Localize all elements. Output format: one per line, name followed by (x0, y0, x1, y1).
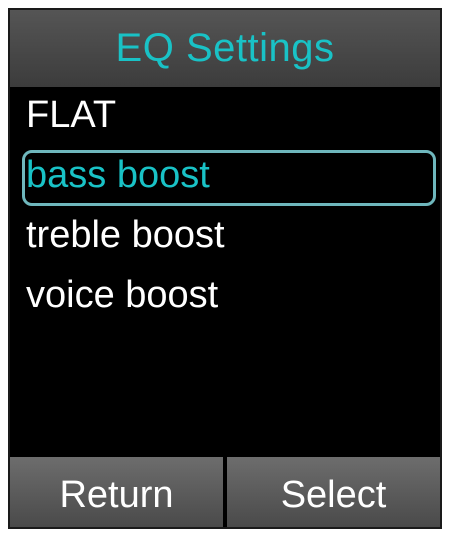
list-item-flat[interactable]: FLAT (10, 87, 440, 147)
list-item-label: bass boost (26, 153, 210, 196)
softkey-bar: Return Select (10, 457, 440, 527)
select-button[interactable]: Select (227, 457, 440, 527)
list-item-label: treble boost (26, 213, 225, 256)
list-item-treble-boost[interactable]: treble boost (10, 207, 440, 267)
list-item-voice-boost[interactable]: voice boost (10, 267, 440, 327)
return-button[interactable]: Return (10, 457, 223, 527)
list-item-bass-boost[interactable]: bass boost (10, 147, 440, 207)
list-item-label: FLAT (26, 93, 117, 136)
list-item-label: voice boost (26, 273, 219, 316)
device-screen: EQ Settings FLAT bass boost treble boost… (8, 8, 442, 529)
eq-preset-list: FLAT bass boost treble boost voice boost (10, 87, 440, 327)
title-bar: EQ Settings (10, 10, 440, 87)
page-title: EQ Settings (115, 26, 335, 70)
